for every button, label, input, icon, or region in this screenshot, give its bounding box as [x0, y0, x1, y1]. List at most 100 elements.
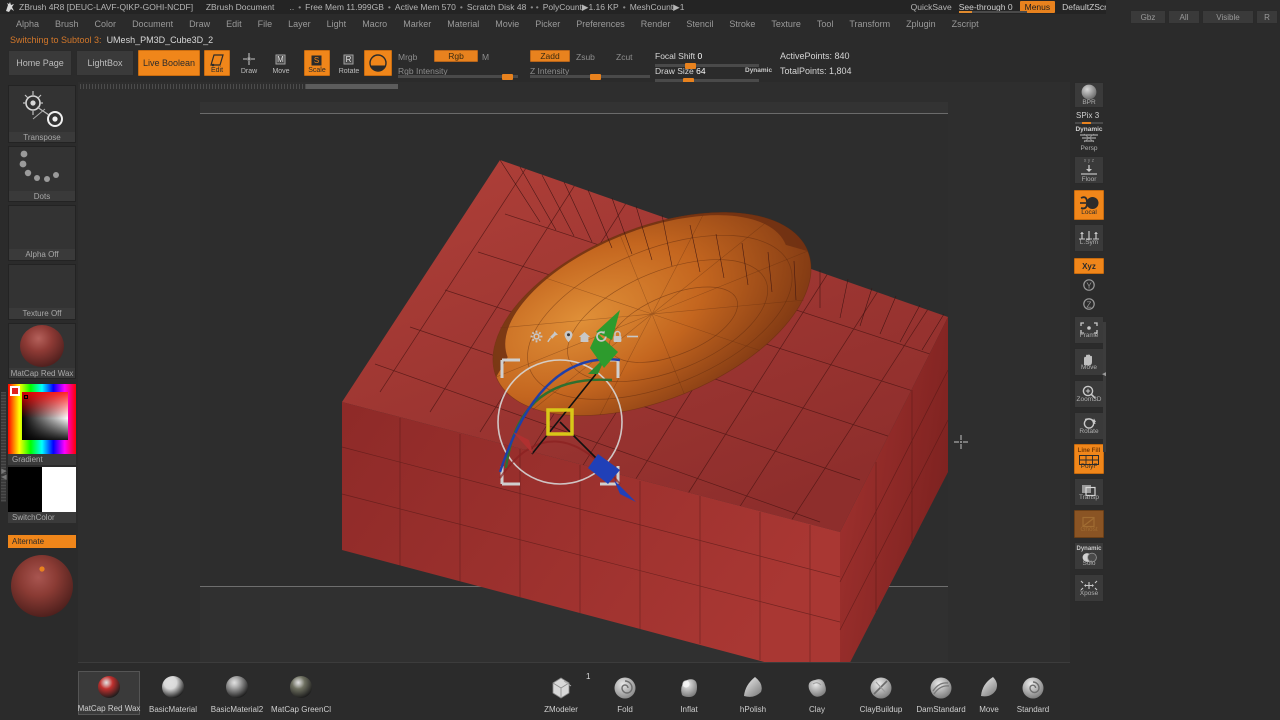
zsub-label[interactable]: Zsub [576, 52, 595, 62]
gradient-label[interactable]: Gradient [8, 454, 76, 465]
material-item-1[interactable]: BasicMaterial [142, 671, 204, 715]
alpha-cell[interactable]: Alpha Off [8, 205, 76, 261]
brush-item-fold[interactable]: Fold [594, 671, 656, 715]
zadd-button[interactable]: Zadd [530, 50, 570, 62]
menu-item-stencil[interactable]: Stencil [678, 19, 721, 29]
see-through-slider[interactable]: See-through 0 [958, 2, 1027, 13]
menu-item-render[interactable]: Render [633, 19, 679, 29]
zcut-label[interactable]: Zcut [616, 52, 633, 62]
left-palette-scrollbar[interactable] [1, 392, 6, 502]
move-view-button[interactable]: Move [1074, 348, 1104, 376]
document-canvas[interactable] [200, 102, 948, 667]
zoom3d-button[interactable]: Zoom3D [1074, 380, 1104, 408]
z-axis-button[interactable]: Z [1074, 296, 1104, 313]
secondary-color-swatch[interactable] [42, 467, 76, 512]
y-axis-button[interactable]: Y [1074, 277, 1104, 294]
canvas-area[interactable] [78, 82, 1070, 667]
canvas-horizontal-scrollbar[interactable] [80, 84, 398, 89]
ghost-button[interactable]: Ghost [1074, 510, 1104, 538]
menu-item-brush[interactable]: Brush [47, 19, 87, 29]
menu-item-zplugin[interactable]: Zplugin [898, 19, 944, 29]
menu-item-light[interactable]: Light [319, 19, 355, 29]
brush-item-claybuildup[interactable]: ClayBuildup [850, 671, 912, 715]
scale-button[interactable]: S Scale [304, 50, 330, 76]
marker-icon[interactable] [563, 330, 574, 343]
local-button[interactable]: Local [1074, 190, 1104, 220]
alternate-button[interactable]: Alternate [8, 535, 76, 548]
menu-item-document[interactable]: Document [124, 19, 181, 29]
z-intensity-slider[interactable] [530, 73, 650, 80]
menu-item-edit[interactable]: Edit [218, 19, 250, 29]
gear-icon[interactable] [530, 330, 543, 343]
menu-item-marker[interactable]: Marker [395, 19, 439, 29]
polyf-button[interactable]: Line Fill PolyF [1074, 444, 1104, 474]
menu-item-preferences[interactable]: Preferences [568, 19, 633, 29]
lightbox-button[interactable]: LightBox [76, 50, 134, 76]
menu-item-draw[interactable]: Draw [181, 19, 218, 29]
rgb-intensity-slider[interactable] [398, 73, 518, 80]
material-preview-button[interactable] [364, 50, 392, 76]
dash-icon[interactable] [627, 330, 641, 343]
floor-button[interactable]: x y z Floor [1074, 156, 1104, 184]
menu-item-layer[interactable]: Layer [280, 19, 319, 29]
xpose-button[interactable]: Xpose [1074, 574, 1104, 602]
rotate-button[interactable]: R Rotate [336, 50, 362, 76]
stroke-transpose-cell[interactable]: Transpose [8, 85, 76, 143]
home-page-button[interactable]: Home Page [8, 50, 72, 76]
menu-item-picker[interactable]: Picker [527, 19, 568, 29]
pin-icon[interactable] [547, 330, 559, 343]
menu-item-macro[interactable]: Macro [354, 19, 395, 29]
menu-item-tool[interactable]: Tool [809, 19, 842, 29]
color-swatches[interactable] [8, 467, 76, 512]
bpr-button[interactable]: BPR [1074, 82, 1104, 108]
draw-button[interactable]: Draw [236, 50, 262, 76]
mrgb-label[interactable]: Mrgb [398, 52, 417, 62]
menu-item-material[interactable]: Material [439, 19, 487, 29]
stroke-dots-cell[interactable]: Dots [8, 146, 76, 202]
dynamic-label[interactable]: Dynamic [745, 67, 772, 74]
primary-color-swatch[interactable] [8, 467, 42, 512]
m-label[interactable]: M [482, 52, 489, 62]
frame-button[interactable]: Frame [1074, 316, 1104, 344]
lsym-button[interactable]: L.Sym [1074, 224, 1104, 252]
all-button[interactable]: All [1168, 10, 1200, 24]
rgb-button[interactable]: Rgb [434, 50, 478, 62]
current-material-preview[interactable] [8, 552, 76, 620]
menu-item-zscript[interactable]: Zscript [944, 19, 987, 29]
brush-item-hpolish[interactable]: hPolish [722, 671, 784, 715]
3d-model[interactable] [200, 102, 948, 667]
brush-item-damstandard[interactable]: DamStandard [914, 671, 968, 715]
spix-slider[interactable] [1075, 122, 1103, 124]
menu-item-stroke[interactable]: Stroke [721, 19, 763, 29]
switchcolor-button[interactable]: SwitchColor [8, 512, 76, 523]
solo-button[interactable]: Dynamic Solo [1074, 542, 1104, 570]
brush-item-standard[interactable]: Standard [1006, 671, 1060, 715]
home-icon[interactable] [578, 331, 591, 343]
xyz-button[interactable]: Xyz [1074, 258, 1104, 274]
transp-button[interactable]: Transp [1074, 478, 1104, 506]
left-palette-arrows[interactable]: ▶ ◀ [0, 467, 8, 483]
quicksave-button[interactable]: QuickSave [911, 2, 952, 12]
gizmo-options-bar[interactable] [530, 330, 641, 343]
menu-item-texture[interactable]: Texture [763, 19, 809, 29]
material-cell[interactable]: MatCap Red Wax [8, 323, 76, 379]
material-item-3[interactable]: MatCap GreenCl [270, 671, 332, 715]
gbz-button[interactable]: Gbz [1130, 10, 1166, 24]
rotate-view-button[interactable]: Rotate [1074, 412, 1104, 440]
visible-button[interactable]: Visible [1202, 10, 1254, 24]
brush-item-inflat[interactable]: Inflat [658, 671, 720, 715]
lock-icon[interactable] [612, 330, 623, 343]
brush-item-clay[interactable]: Clay [786, 671, 848, 715]
material-item-2[interactable]: BasicMaterial2 [206, 671, 268, 715]
menu-item-color[interactable]: Color [87, 19, 125, 29]
menu-item-file[interactable]: File [250, 19, 281, 29]
live-boolean-button[interactable]: Live Boolean [138, 50, 200, 76]
menu-item-alpha[interactable]: Alpha [8, 19, 47, 29]
menu-item-movie[interactable]: Movie [487, 19, 527, 29]
texture-cell[interactable]: Texture Off [8, 264, 76, 320]
material-item-0[interactable]: MatCap Red Wax [78, 671, 140, 715]
persp-button[interactable]: Dynamic Persp [1074, 126, 1104, 152]
edit-button[interactable]: Edit [204, 50, 230, 76]
r-button[interactable]: R [1256, 10, 1278, 24]
reset-icon[interactable] [595, 330, 608, 343]
